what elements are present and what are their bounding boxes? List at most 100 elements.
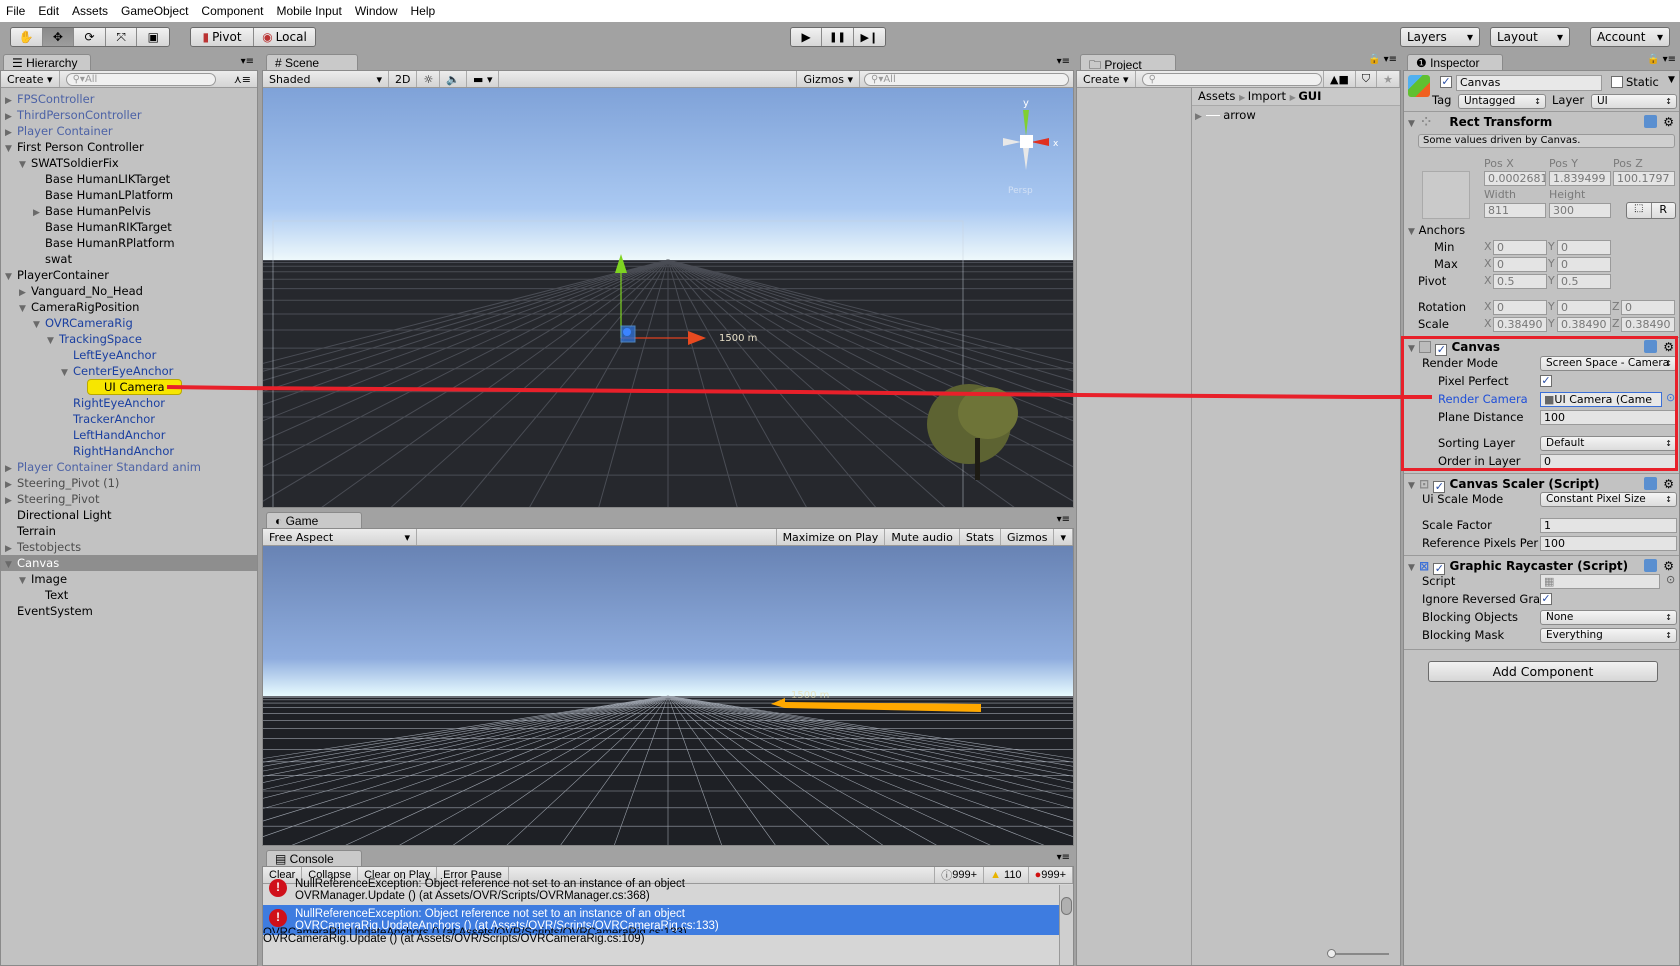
object-picker-icon[interactable]: ⊙ — [1666, 391, 1675, 404]
pivot-button[interactable]: ▮ Pivot — [191, 28, 254, 46]
hierarchy-item[interactable]: ▶ Steering_Pivot (1) — [1, 475, 257, 491]
play-button[interactable]: ▶ — [791, 28, 823, 46]
tag-dropdown[interactable]: Untagged — [1458, 94, 1546, 109]
expand-icon[interactable]: ▶ — [1195, 112, 1202, 122]
local-button[interactable]: ◉ Local — [253, 28, 315, 46]
panel-menu-icon[interactable]: 🔒 ▾≡ — [1368, 54, 1397, 65]
audio-toggle[interactable]: 🔈 — [440, 71, 468, 87]
rect-tool-button[interactable]: ▣ — [137, 28, 169, 46]
layers-dropdown[interactable]: Layers ▾ — [1400, 27, 1480, 47]
game-stats-button[interactable]: Stats — [960, 529, 1001, 545]
breadcrumb-assets[interactable]: Assets — [1198, 89, 1235, 103]
pivot-y-field[interactable]: 0.5 — [1557, 274, 1611, 289]
sorting-layer-dropdown[interactable]: Default — [1540, 436, 1677, 451]
game-gizmos-button[interactable]: Gizmos — [1001, 529, 1055, 545]
ignore-reversed-checkbox[interactable]: ✓ — [1540, 593, 1552, 605]
rot-z-field[interactable]: 0 — [1621, 300, 1675, 315]
scale-y-field[interactable]: 0.38490 — [1557, 317, 1611, 332]
hierarchy-item[interactable]: Directional Light — [1, 507, 257, 523]
stacktrace-line[interactable]: OVRCameraRig.Update () (at Assets/OVR/Sc… — [263, 933, 1059, 945]
hierarchy-item[interactable]: ▼ CenterEyeAnchor — [1, 363, 257, 379]
chevron-down-icon[interactable]: ▾ — [1054, 529, 1073, 545]
layout-dropdown[interactable]: Layout ▾ — [1490, 27, 1570, 47]
tab-console[interactable]: ▤ Console — [266, 850, 362, 867]
chevron-down-icon[interactable]: ▼ — [1668, 75, 1675, 85]
hierarchy-item[interactable]: ▶ ThirdPersonController — [1, 107, 257, 123]
lock-icon[interactable]: 🔒 ▾≡ — [1647, 54, 1676, 65]
help-icon[interactable] — [1644, 559, 1657, 572]
hierarchy-item[interactable]: EventSystem — [1, 603, 257, 619]
hierarchy-item[interactable]: swat — [1, 251, 257, 267]
canvas-scaler-header[interactable]: ▼ ⊡ ✓ Canvas Scaler (Script) ⚙ — [1404, 473, 1679, 493]
add-component-button[interactable]: Add Component — [1428, 661, 1658, 682]
menu-component[interactable]: Component — [201, 4, 263, 18]
breadcrumb-gui[interactable]: GUI — [1298, 89, 1321, 103]
effects-toggle[interactable]: ▬ ▾ — [467, 71, 500, 87]
hierarchy-item[interactable]: ▼ Canvas — [1, 555, 257, 571]
project-search-input[interactable]: ⚲ — [1141, 72, 1322, 86]
static-checkbox[interactable] — [1611, 76, 1623, 88]
rot-y-field[interactable]: 0 — [1557, 300, 1611, 315]
console-entry[interactable]: ! NullReferenceException: Object referenc… — [263, 875, 1059, 905]
scene-gizmos-dropdown[interactable]: Gizmos ▾ — [796, 71, 860, 87]
tab-hierarchy[interactable]: ☰ Hierarchy — [3, 54, 91, 71]
sort-icon[interactable]: ⋏≡ — [234, 73, 251, 86]
hierarchy-item[interactable]: Base HumanLPlatform — [1, 187, 257, 203]
menu-mobile-input[interactable]: Mobile Input — [276, 4, 341, 18]
help-icon[interactable] — [1644, 115, 1657, 128]
pos-x-field[interactable]: 0.0002681 — [1484, 171, 1546, 186]
help-icon[interactable] — [1644, 477, 1657, 490]
tab-inspector[interactable]: ❶ Inspector — [1407, 54, 1503, 71]
render-camera-field[interactable]: ■UI Camera (Came — [1540, 392, 1662, 407]
aspect-dropdown[interactable]: Free Aspect ▾ — [263, 529, 417, 545]
scale-x-field[interactable]: 0.38490 — [1493, 317, 1547, 332]
hierarchy-item[interactable]: ▶ Vanguard_No_Head — [1, 283, 257, 299]
plane-distance-field[interactable]: 100 — [1540, 410, 1677, 425]
hierarchy-item[interactable]: Base HumanLIKTarget — [1, 171, 257, 187]
step-button[interactable]: ▶❙ — [853, 28, 885, 46]
rot-x-field[interactable]: 0 — [1493, 300, 1547, 315]
gear-icon[interactable]: ⚙ — [1663, 112, 1674, 132]
hierarchy-item[interactable]: ▶ Testobjects — [1, 539, 257, 555]
hand-tool-button[interactable]: ✋ — [11, 28, 43, 46]
scale-tool-button[interactable]: ⤧ — [105, 28, 138, 46]
2d-toggle[interactable]: 2D — [389, 71, 418, 87]
hierarchy-item[interactable]: TrackerAnchor — [1, 411, 257, 427]
blocking-objects-dropdown[interactable]: None — [1540, 610, 1677, 625]
menu-window[interactable]: Window — [355, 4, 398, 18]
hierarchy-create-button[interactable]: Create ▾ — [1, 71, 60, 87]
breadcrumb-import[interactable]: Import — [1248, 89, 1286, 103]
panel-menu-icon[interactable]: ▾≡ — [241, 56, 254, 67]
pivot-x-field[interactable]: 0.5 — [1493, 274, 1547, 289]
order-in-layer-field[interactable]: 0 — [1540, 454, 1677, 469]
hierarchy-item[interactable]: RightEyeAnchor — [1, 395, 257, 411]
hierarchy-item[interactable]: ▼ Image — [1, 571, 257, 587]
active-checkbox[interactable]: ✓ — [1440, 76, 1452, 88]
rect-transform-header[interactable]: ▼ ⁘ Rect Transform ⚙ — [1404, 111, 1679, 131]
hierarchy-item[interactable]: ▼ TrackingSpace — [1, 331, 257, 347]
pause-button[interactable]: ❚❚ — [822, 28, 854, 46]
hierarchy-item[interactable]: Base HumanRPlatform — [1, 235, 257, 251]
hierarchy-item[interactable]: Terrain — [1, 523, 257, 539]
panel-menu-icon[interactable]: ▾≡ — [1057, 56, 1070, 67]
layer-dropdown[interactable]: UI — [1591, 94, 1677, 109]
ui-scale-mode-dropdown[interactable]: Constant Pixel Size — [1540, 492, 1677, 507]
max-x-field[interactable]: 0 — [1493, 257, 1547, 272]
game-maximize-on-play-button[interactable]: Maximize on Play — [777, 529, 886, 545]
detail-scrollbar[interactable] — [1059, 935, 1073, 965]
panel-menu-icon[interactable]: ▾≡ — [1057, 514, 1070, 525]
tab-game[interactable]: ◐ Game — [266, 512, 362, 529]
object-name-input[interactable]: Canvas — [1456, 75, 1602, 91]
favorite-button[interactable]: ★ — [1377, 71, 1400, 87]
pos-y-field[interactable]: 1.839499 — [1549, 171, 1611, 186]
blocking-mask-dropdown[interactable]: Everything — [1540, 628, 1677, 643]
filter-label-button[interactable]: ⛉ — [1356, 71, 1378, 87]
hierarchy-item[interactable]: ▼ OVRCameraRig — [1, 315, 257, 331]
filter-type-button[interactable]: ▲■ — [1323, 71, 1356, 87]
scene-search-input[interactable]: ⚲▾ All — [864, 72, 1069, 86]
menu-assets[interactable]: Assets — [72, 4, 108, 18]
project-create-button[interactable]: Create ▾ — [1077, 71, 1136, 87]
hierarchy-item[interactable]: ▶ Base HumanPelvis — [1, 203, 257, 219]
menu-file[interactable]: File — [6, 4, 25, 18]
hierarchy-item[interactable]: LeftHandAnchor — [1, 427, 257, 443]
